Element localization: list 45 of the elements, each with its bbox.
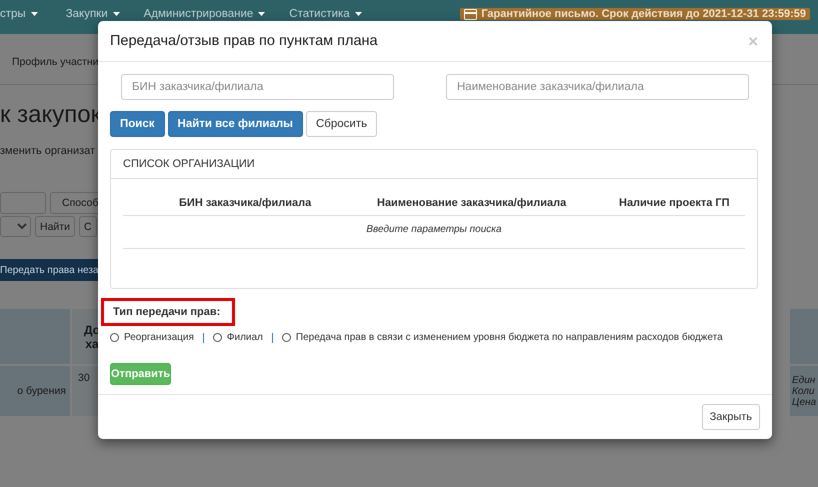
search-action-button[interactable]: Сбросить	[306, 111, 378, 137]
select-field[interactable]	[0, 216, 31, 237]
filter-field[interactable]	[0, 192, 46, 214]
nav-menu-item[interactable]: стры	[0, 8, 38, 20]
panel-heading: СПИСОК ОРГАНИЗАЦИИ	[123, 158, 255, 170]
caret-icon	[258, 12, 266, 16]
caret-icon	[30, 12, 38, 16]
nav-menu-item[interactable]: Закупки	[66, 8, 120, 20]
header-text: ха	[85, 336, 99, 350]
change-organizer-link[interactable]: зменить организат	[0, 145, 96, 157]
chevron-icon	[17, 223, 27, 230]
find-button[interactable]: Найти	[35, 216, 75, 237]
notice-text: Гарантийное письмо. Срок действия до 2021-12-31 23:59:59	[481, 8, 806, 20]
search-action-button[interactable]: Поиск	[110, 111, 165, 137]
transfer-rights-button[interactable]: Передать права неза	[0, 259, 100, 281]
radio-option[interactable]: Реорганизация	[110, 332, 194, 343]
page-title: к закупок	[0, 101, 102, 129]
close-modal-button[interactable]: Закрыть	[702, 404, 760, 430]
radio-button[interactable]	[282, 333, 291, 342]
radio-option[interactable]: Передача прав в связи с изменением уровня бюджета по направлениям расходов бюджета	[282, 332, 723, 343]
column-header: БИН заказчика/филиала	[178, 197, 312, 209]
radio-button[interactable]	[110, 333, 119, 342]
search-field[interactable]: Наименование заказчика/филиала	[446, 74, 749, 100]
cell-text: Коли	[792, 386, 814, 396]
submit-button[interactable]: Отправить	[110, 363, 171, 385]
table-cell: о бурения	[0, 366, 70, 416]
radio-option[interactable]: Филиал	[212, 332, 263, 343]
caret-icon	[112, 12, 120, 16]
search-action-button[interactable]: Найти все филиалы	[168, 111, 303, 137]
search-field[interactable]: БИН заказчика/филиала	[121, 74, 394, 100]
cell-text: Един	[792, 374, 816, 386]
table-header-cell	[790, 309, 818, 364]
modal-title: Передача/отзыв прав по пунктам плана	[110, 33, 378, 49]
cell-text: Цена	[792, 396, 816, 408]
breadcrumb-link[interactable]: Профиль участни	[12, 56, 99, 68]
empty-message: Введите параметры поиска	[366, 224, 502, 235]
filter-button[interactable]: С	[78, 216, 97, 237]
transfer-type-label: Тип передачи прав:	[101, 298, 236, 326]
column-header: Наименование заказчика/филиала	[376, 197, 568, 209]
nav-menu-item[interactable]: Администрирование	[144, 8, 266, 20]
column-header: Наличие проекта ГП	[618, 197, 731, 209]
caret-icon	[354, 12, 362, 16]
radio-button[interactable]	[212, 333, 222, 342]
nav-menu-item[interactable]: Статистика	[289, 8, 362, 20]
table-header-cell	[0, 309, 70, 364]
